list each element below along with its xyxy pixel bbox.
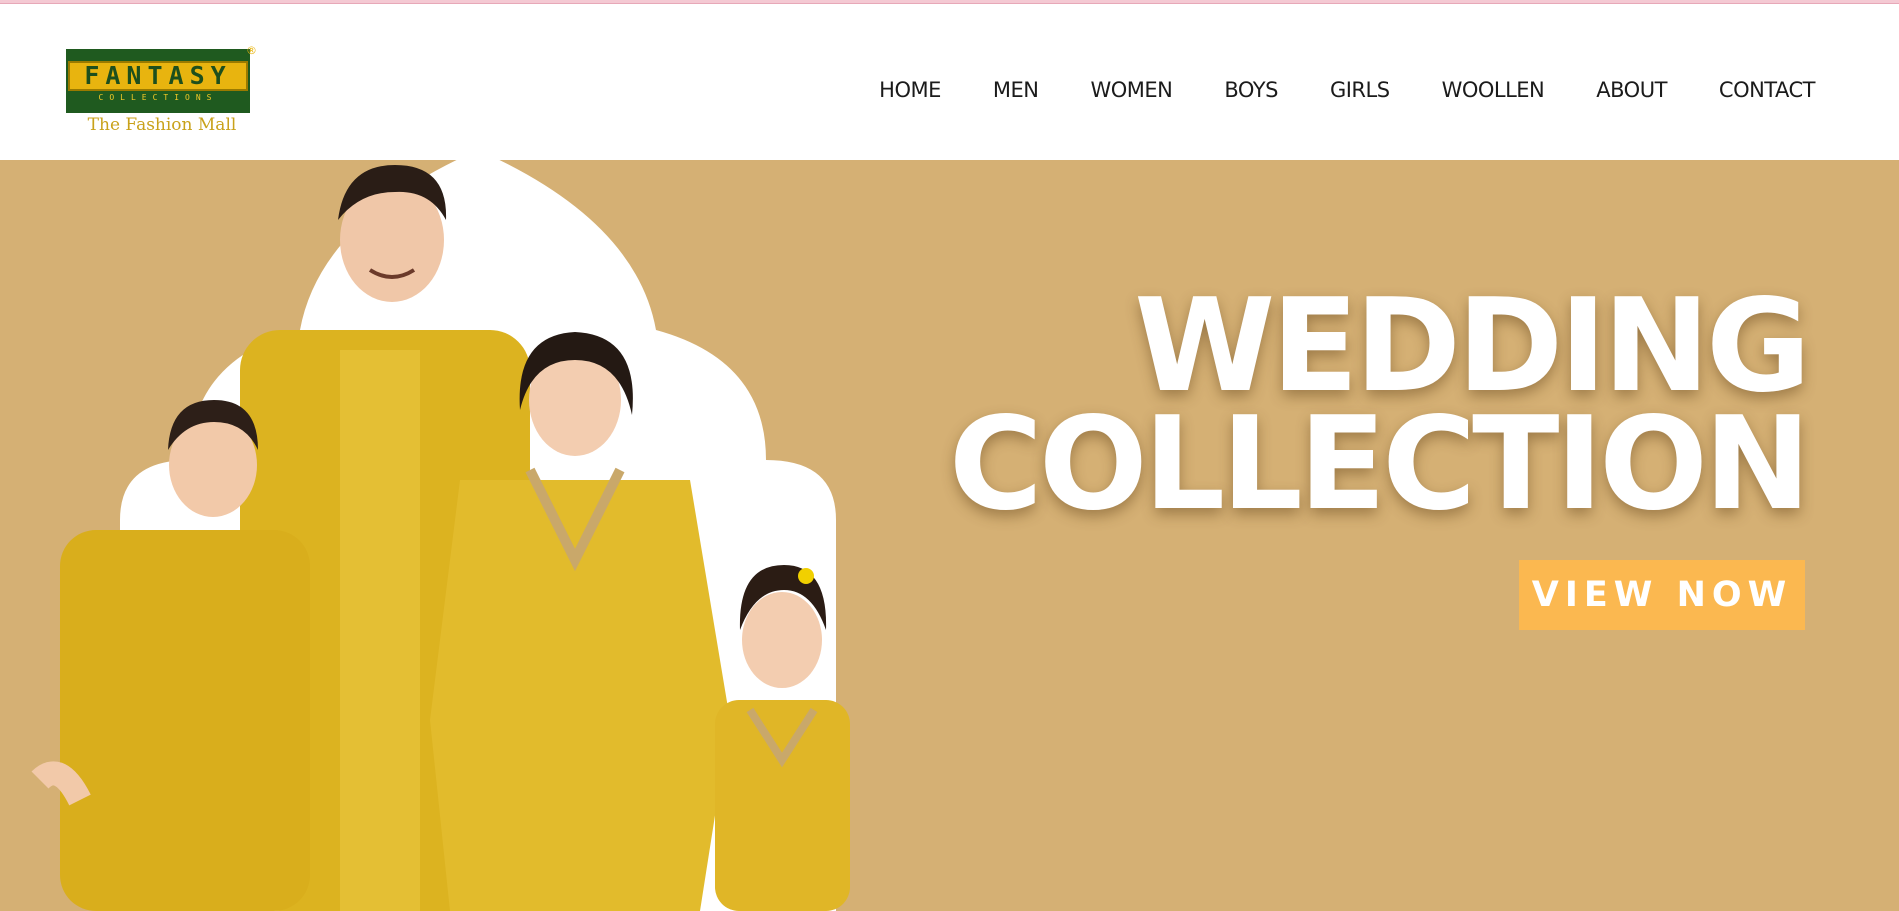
registered-mark: ® — [246, 44, 257, 57]
site-logo[interactable]: FANTASY COLLECTIONS ® The Fashion Mall — [66, 44, 266, 142]
main-navigation: HOME MEN WOMEN BOYS GIRLS WOOLLEN ABOUT … — [827, 73, 1815, 107]
nav-about[interactable]: ABOUT — [1596, 73, 1667, 107]
nav-woollen[interactable]: WOOLLEN — [1442, 73, 1545, 107]
logo-wordmark: FANTASY — [68, 61, 248, 91]
nav-boys[interactable]: BOYS — [1224, 73, 1278, 107]
hero-title: WEDDING COLLECTION — [948, 272, 1811, 539]
view-now-button[interactable]: VIEW NOW — [1519, 560, 1805, 630]
hero-banner: WEDDING COLLECTION VIEW NOW — [0, 160, 1899, 911]
site-header: FANTASY COLLECTIONS ® The Fashion Mall H… — [0, 4, 1899, 160]
logo-subtext: COLLECTIONS — [98, 93, 218, 102]
hero-title-line2: COLLECTION — [948, 390, 1811, 539]
hero-family-photo — [31, 160, 850, 911]
nav-men[interactable]: MEN — [993, 73, 1039, 107]
nav-girls[interactable]: GIRLS — [1330, 73, 1390, 107]
nav-home[interactable]: HOME — [879, 73, 941, 107]
logo-tagline: The Fashion Mall — [87, 115, 237, 135]
nav-women[interactable]: WOMEN — [1091, 73, 1173, 107]
nav-contact[interactable]: CONTACT — [1719, 73, 1816, 107]
hero-title-line1: WEDDING — [1134, 272, 1811, 421]
